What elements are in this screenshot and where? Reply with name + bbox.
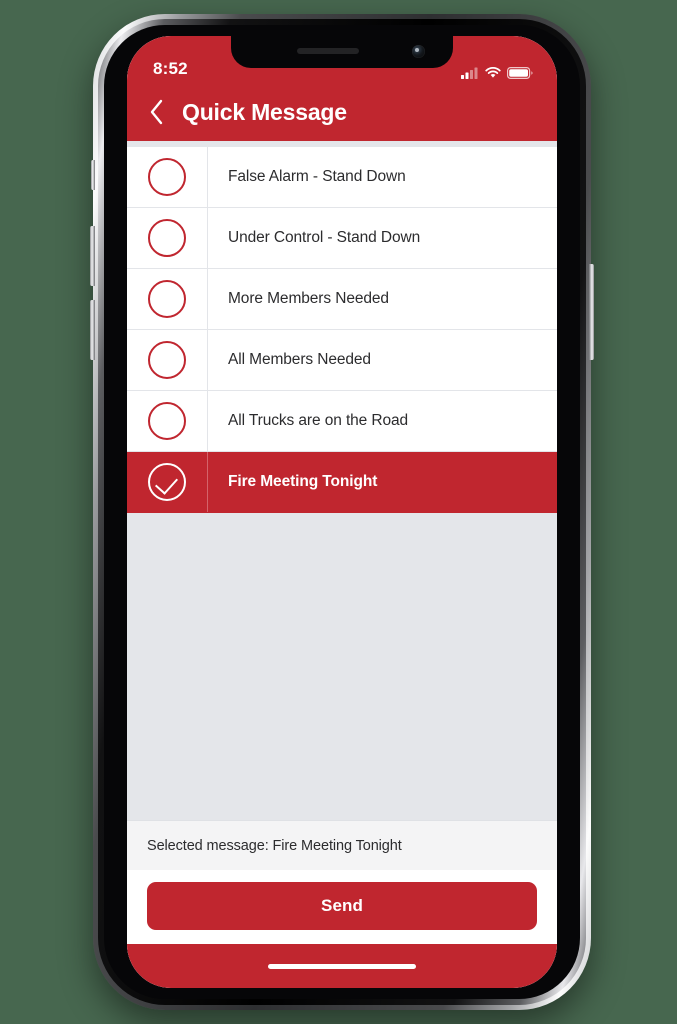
radio-cell[interactable]	[127, 147, 208, 207]
radio-cell[interactable]	[127, 208, 208, 268]
home-indicator[interactable]	[268, 963, 416, 969]
radio-cell[interactable]	[127, 330, 208, 390]
mute-switch[interactable]	[91, 160, 95, 190]
cellular-signal-icon	[461, 67, 478, 79]
list-item-label: Under Control - Stand Down	[228, 229, 421, 246]
page-title: Quick Message	[182, 98, 347, 125]
list-item-label: All Trucks are on the Road	[228, 412, 409, 429]
status-bar-icons	[461, 67, 533, 79]
list-item-label: False Alarm - Stand Down	[228, 168, 406, 185]
list-empty-area	[127, 513, 557, 820]
radio-cell[interactable]	[127, 452, 208, 512]
list-item-selected[interactable]: Fire Meeting Tonight	[127, 452, 557, 513]
earpiece-speaker-icon	[297, 48, 359, 54]
send-area: Send	[127, 870, 557, 944]
app-root: 8:52 Quick Message False Alarm - Stand D…	[127, 36, 557, 988]
wifi-icon	[485, 67, 501, 78]
status-bar-clock: 8:52	[153, 59, 188, 78]
phone-device: 8:52 Quick Message False Alarm - Stand D…	[90, 14, 594, 1010]
chevron-left-icon[interactable]	[149, 99, 164, 125]
radio-cell[interactable]	[127, 391, 208, 451]
list-item-label: More Members Needed	[228, 290, 389, 307]
display-notch	[231, 36, 453, 68]
list-item[interactable]: False Alarm - Stand Down	[127, 147, 557, 208]
list-item[interactable]: More Members Needed	[127, 269, 557, 330]
battery-icon	[507, 67, 533, 79]
home-indicator-area	[127, 944, 557, 988]
radio-cell[interactable]	[127, 269, 208, 329]
list-item-label: Fire Meeting Tonight	[228, 473, 378, 490]
list-item[interactable]: All Members Needed	[127, 330, 557, 391]
list-item[interactable]: All Trucks are on the Road	[127, 391, 557, 452]
radio-checked-icon[interactable]	[148, 463, 186, 501]
send-button[interactable]: Send	[147, 882, 537, 930]
nav-bar: Quick Message	[127, 83, 557, 141]
quick-message-list: False Alarm - Stand Down Under Control -…	[127, 147, 557, 513]
radio-unchecked-icon[interactable]	[148, 219, 186, 257]
list-item[interactable]: Under Control - Stand Down	[127, 208, 557, 269]
radio-unchecked-icon[interactable]	[148, 158, 186, 196]
volume-down-button[interactable]	[90, 300, 95, 360]
device-screen: 8:52 Quick Message False Alarm - Stand D…	[127, 36, 557, 988]
power-button[interactable]	[589, 264, 594, 360]
selected-message-bar: Selected message: Fire Meeting Tonight	[127, 820, 557, 870]
radio-unchecked-icon[interactable]	[148, 402, 186, 440]
volume-up-button[interactable]	[90, 226, 95, 286]
radio-unchecked-icon[interactable]	[148, 280, 186, 318]
list-item-label: All Members Needed	[228, 351, 371, 368]
front-camera-icon	[412, 45, 425, 58]
radio-unchecked-icon[interactable]	[148, 341, 186, 379]
